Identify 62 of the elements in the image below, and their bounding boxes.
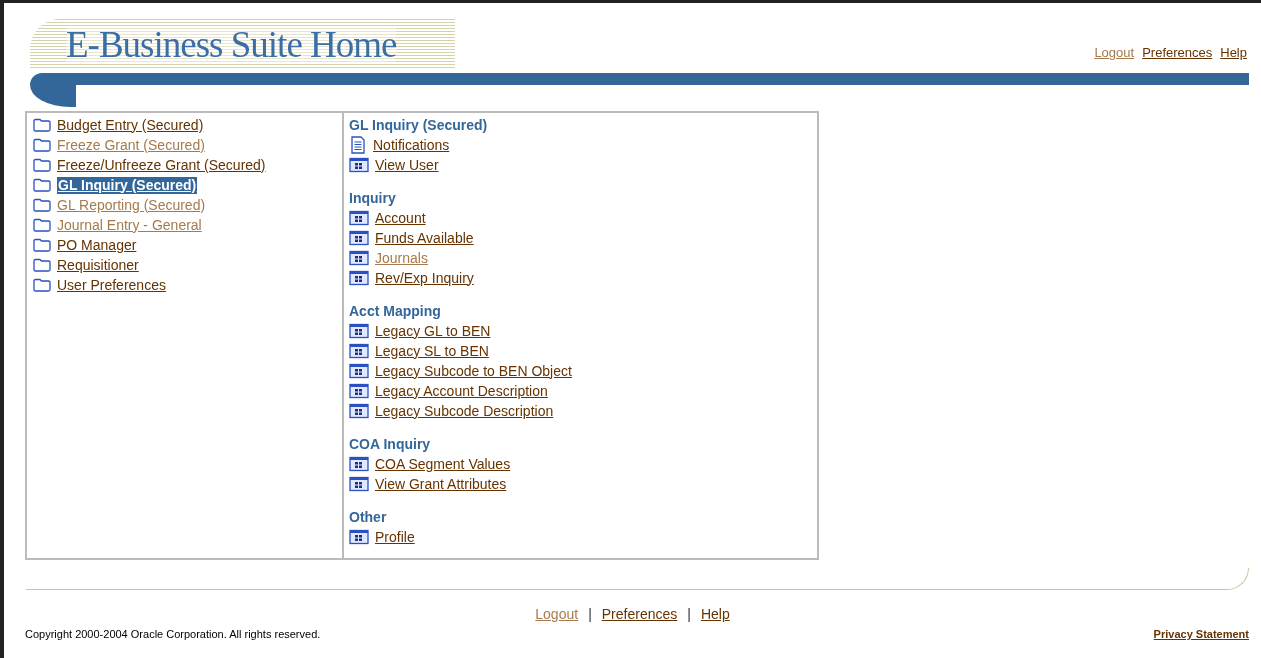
footer-link[interactable]: Preferences: [601, 604, 678, 625]
folder-icon: [33, 258, 51, 272]
function-link[interactable]: Profile: [375, 528, 415, 546]
folder-icon: [33, 278, 51, 292]
function-link[interactable]: Legacy SL to BEN: [375, 342, 489, 360]
header-link[interactable]: Help: [1220, 43, 1247, 63]
responsibility-link[interactable]: Requisitioner: [57, 256, 139, 274]
function-link[interactable]: Legacy Account Description: [375, 382, 548, 400]
separator: |: [687, 605, 691, 624]
header-link[interactable]: Preferences: [1142, 43, 1213, 63]
function-link[interactable]: Notifications: [373, 136, 450, 154]
separator: |: [588, 605, 592, 624]
responsibility-link[interactable]: Freeze Grant (Secured): [57, 136, 205, 154]
section-heading: Inquiry: [349, 189, 397, 208]
folder-icon: [33, 158, 51, 172]
form-icon: [349, 363, 369, 379]
footer-link[interactable]: Logout: [535, 604, 579, 625]
function-link[interactable]: Account: [375, 209, 426, 227]
form-icon: [349, 343, 369, 359]
folder-icon: [33, 218, 51, 232]
folder-icon: [33, 118, 51, 132]
responsibility-link[interactable]: GL Inquiry (Secured): [57, 176, 198, 194]
function-link[interactable]: Legacy Subcode to BEN Object: [375, 362, 572, 380]
function-link[interactable]: COA Segment Values: [375, 455, 511, 473]
form-icon: [349, 210, 369, 226]
function-link[interactable]: Legacy GL to BEN: [375, 322, 491, 340]
responsibility-link[interactable]: Freeze/Unfreeze Grant (Secured): [57, 156, 266, 174]
responsibility-link[interactable]: Budget Entry (Secured): [57, 116, 204, 134]
form-icon: [349, 529, 369, 545]
folder-icon: [33, 238, 51, 252]
function-link[interactable]: View Grant Attributes: [375, 475, 507, 493]
section-heading: Other: [349, 508, 388, 527]
suite-title: E-Business Suite Home: [66, 25, 397, 63]
form-icon: [349, 323, 369, 339]
section-heading: COA Inquiry: [349, 435, 432, 454]
copyright-text: Copyright 2000-2004 Oracle Corporation. All rights reserved.: [25, 627, 321, 642]
folder-icon: [33, 138, 51, 152]
form-icon: [349, 476, 369, 492]
responsibility-link[interactable]: User Preferences: [57, 276, 166, 294]
form-icon: [349, 383, 369, 399]
function-link[interactable]: Rev/Exp Inquiry: [375, 269, 474, 287]
form-icon: [349, 157, 369, 173]
responsibility-link[interactable]: PO Manager: [57, 236, 137, 254]
header-link[interactable]: Logout: [1094, 43, 1135, 63]
form-icon: [349, 403, 369, 419]
section-heading: GL Inquiry (Secured): [349, 116, 489, 135]
form-icon: [349, 270, 369, 286]
function-link[interactable]: Funds Available: [375, 229, 474, 247]
function-link[interactable]: Legacy Subcode Description: [375, 402, 554, 420]
function-link[interactable]: View User: [375, 156, 439, 174]
folder-icon: [33, 178, 51, 192]
form-icon: [349, 456, 369, 472]
privacy-link[interactable]: Privacy Statement: [1153, 626, 1249, 643]
form-icon: [349, 230, 369, 246]
document-icon: [349, 136, 367, 154]
function-link[interactable]: Journals: [375, 249, 428, 267]
responsibility-link[interactable]: GL Reporting (Secured): [57, 196, 206, 214]
footer-link[interactable]: Help: [700, 604, 730, 625]
section-heading: Acct Mapping: [349, 302, 442, 321]
responsibility-link[interactable]: Journal Entry - General: [57, 216, 202, 234]
folder-icon: [33, 198, 51, 212]
form-icon: [349, 250, 369, 266]
